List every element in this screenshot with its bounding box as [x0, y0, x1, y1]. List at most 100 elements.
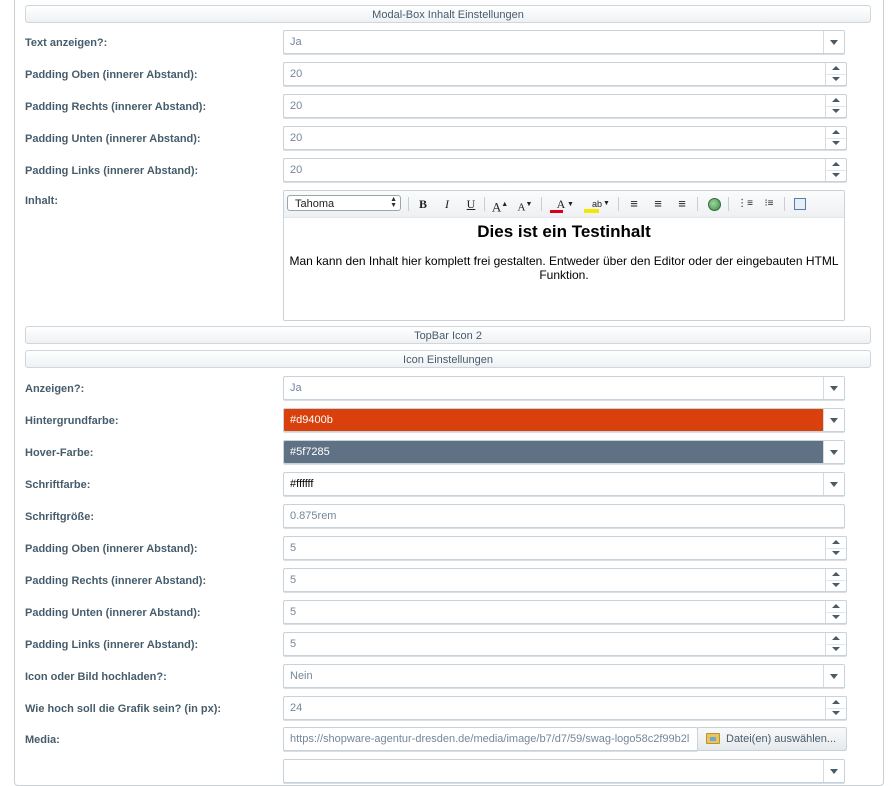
schriftgroesse-input[interactable]: 0.875rem	[283, 504, 845, 528]
unordered-list-icon[interactable]: ⁝≡	[760, 195, 778, 213]
spin-down-icon[interactable]	[825, 644, 846, 655]
hover-farbe-color-picker[interactable]: #5f7285	[283, 440, 845, 464]
chevron-down-icon[interactable]	[823, 31, 844, 53]
icon-padding-unten-stepper[interactable]: 5	[283, 600, 847, 624]
field-label: Text anzeigen?:	[25, 37, 108, 49]
spin-down-icon[interactable]	[825, 708, 846, 719]
field-row-text-anzeigen: Text anzeigen?: Ja	[25, 30, 847, 56]
highlight-color-icon[interactable]: ab ▼	[583, 195, 611, 213]
toolbar-separator	[484, 197, 485, 211]
field-label: Padding Unten (innerer Abstand):	[25, 607, 201, 619]
field-value: Nein	[290, 670, 313, 682]
field-row-icon-padding-links: Padding Links (innerer Abstand): 5	[25, 632, 847, 658]
section-header-icon-settings[interactable]: Icon Einstellungen	[25, 350, 871, 368]
field-row-hintergrundfarbe: Hintergrundfarbe: #d9400b	[25, 408, 847, 434]
anzeigen-select[interactable]: Ja	[283, 376, 845, 400]
rich-text-editor[interactable]: Tahoma ▲ ▼ B I U A▲ A▼ A ▼ ab ▼ ≡ ≡ ≡ ⋮≡ ⁝≡…	[283, 190, 845, 321]
icon-oder-bild-select[interactable]: Nein	[283, 664, 845, 688]
toolbar-separator	[728, 197, 729, 211]
spin-down-icon[interactable]	[825, 106, 846, 117]
select-files-button[interactable]: Datei(en) auswählen...	[697, 727, 847, 751]
button-label: Datei(en) auswählen...	[726, 733, 837, 745]
field-value: #5f7285	[290, 446, 330, 458]
spin-down-icon[interactable]	[825, 138, 846, 149]
padding-oben-stepper[interactable]: 20	[283, 62, 847, 86]
chevron-down-icon[interactable]	[823, 760, 844, 782]
padding-unten-stepper[interactable]: 20	[283, 126, 847, 150]
source-edit-icon[interactable]	[791, 195, 809, 213]
font-color-icon[interactable]: A ▼	[548, 195, 574, 213]
field-row-padding-links: Padding Links (innerer Abstand): 20	[25, 158, 847, 184]
field-value: #ffffff	[290, 478, 314, 490]
field-label: Padding Rechts (innerer Abstand):	[25, 101, 207, 113]
field-label: Hover-Farbe:	[25, 447, 94, 459]
icon-padding-rechts-stepper[interactable]: 5	[283, 568, 847, 592]
editor-toolbar: Tahoma ▲ ▼ B I U A▲ A▼ A ▼ ab ▼ ≡ ≡ ≡ ⋮≡ ⁝≡	[284, 191, 844, 218]
spin-down-icon[interactable]	[825, 548, 846, 559]
font-family-select[interactable]: Tahoma ▲ ▼	[287, 195, 401, 211]
field-label: Padding Rechts (innerer Abstand):	[25, 575, 207, 587]
spin-down-icon[interactable]	[825, 612, 846, 623]
field-label: Schriftfarbe:	[25, 479, 91, 491]
field-label: Padding Oben (innerer Abstand):	[25, 543, 198, 555]
spin-down-icon[interactable]	[825, 580, 846, 591]
icon-padding-links-stepper[interactable]: 5	[283, 632, 847, 656]
field-label: Media:	[25, 734, 60, 746]
field-value: 20	[290, 68, 303, 80]
image-folder-icon	[706, 733, 720, 744]
next-select-partial[interactable]	[283, 759, 845, 783]
font-size-decrease-icon[interactable]: A▼	[516, 195, 534, 214]
font-size-increase-icon[interactable]: A▲	[491, 195, 509, 214]
icon-padding-oben-stepper[interactable]: 5	[283, 536, 847, 560]
field-label: Wie hoch soll die Grafik sein? (in px):	[25, 703, 222, 715]
section-header-modal-content[interactable]: Modal-Box Inhalt Einstellungen	[25, 5, 871, 23]
field-value: Ja	[290, 36, 302, 48]
field-row-hover-farbe: Hover-Farbe: #5f7285	[25, 440, 847, 466]
field-value: 5	[290, 638, 297, 650]
field-row-icon-oder-bild: Icon oder Bild hochladen?: Nein	[25, 664, 847, 690]
field-row-icon-padding-oben: Padding Oben (innerer Abstand): 5	[25, 536, 847, 562]
toolbar-separator	[697, 197, 698, 211]
field-row-grafik-hoehe: Wie hoch soll die Grafik sein? (in px): …	[25, 696, 847, 722]
chevron-down-icon[interactable]	[823, 473, 844, 495]
spin-down-icon[interactable]	[825, 170, 846, 181]
link-globe-icon[interactable]	[705, 195, 723, 213]
padding-rechts-stepper[interactable]: 20	[283, 94, 847, 118]
text-anzeigen-select[interactable]: Ja	[283, 30, 845, 54]
padding-links-stepper[interactable]: 20	[283, 158, 847, 182]
field-row-icon-padding-unten: Padding Unten (innerer Abstand): 5	[25, 600, 847, 626]
schriftfarbe-color-picker[interactable]: #ffffff	[283, 472, 845, 496]
chevron-down-icon[interactable]	[823, 377, 844, 399]
field-value: 0.875rem	[290, 510, 337, 522]
editor-heading: Dies ist ein Testinhalt	[477, 222, 651, 241]
section-title: Modal-Box Inhalt Einstellungen	[372, 9, 524, 21]
field-row-anzeigen: Anzeigen?: Ja	[25, 376, 847, 402]
toolbar-separator	[618, 197, 619, 211]
field-row-icon-padding-rechts: Padding Rechts (innerer Abstand): 5	[25, 568, 847, 594]
section-header-topbar-icon-2[interactable]: TopBar Icon 2	[25, 326, 871, 344]
grafik-hoehe-stepper[interactable]: 24	[283, 696, 847, 720]
font-family-value: Tahoma	[295, 198, 335, 210]
hintergrundfarbe-color-picker[interactable]: #d9400b	[283, 408, 845, 432]
field-value: 20	[290, 132, 303, 144]
field-value: https://shopware-agentur-dresden.de/medi…	[290, 733, 690, 745]
spin-down-icon[interactable]	[825, 74, 846, 85]
field-label: Padding Oben (innerer Abstand):	[25, 69, 198, 81]
media-url-input[interactable]: https://shopware-agentur-dresden.de/medi…	[283, 727, 698, 751]
field-value: #d9400b	[290, 414, 333, 426]
chevron-down-icon[interactable]	[823, 665, 844, 687]
align-left-icon[interactable]: ≡	[625, 195, 643, 213]
chevron-down-icon[interactable]	[823, 409, 844, 431]
field-value: 20	[290, 164, 303, 176]
bold-icon[interactable]: B	[414, 195, 432, 213]
italic-icon[interactable]: I	[438, 195, 456, 213]
field-row-padding-oben: Padding Oben (innerer Abstand): 20	[25, 62, 847, 88]
field-label: Inhalt:	[25, 195, 58, 207]
align-right-icon[interactable]: ≡	[673, 195, 691, 213]
chevron-down-icon[interactable]	[823, 441, 844, 463]
underline-icon[interactable]: U	[462, 195, 480, 213]
editor-body-text: Man kann den Inhalt hier komplett frei g…	[289, 254, 839, 282]
editor-content[interactable]: Dies ist ein Testinhalt Man kann den Inh…	[288, 219, 840, 318]
ordered-list-icon[interactable]: ⋮≡	[736, 195, 754, 213]
align-center-icon[interactable]: ≡	[649, 195, 667, 213]
